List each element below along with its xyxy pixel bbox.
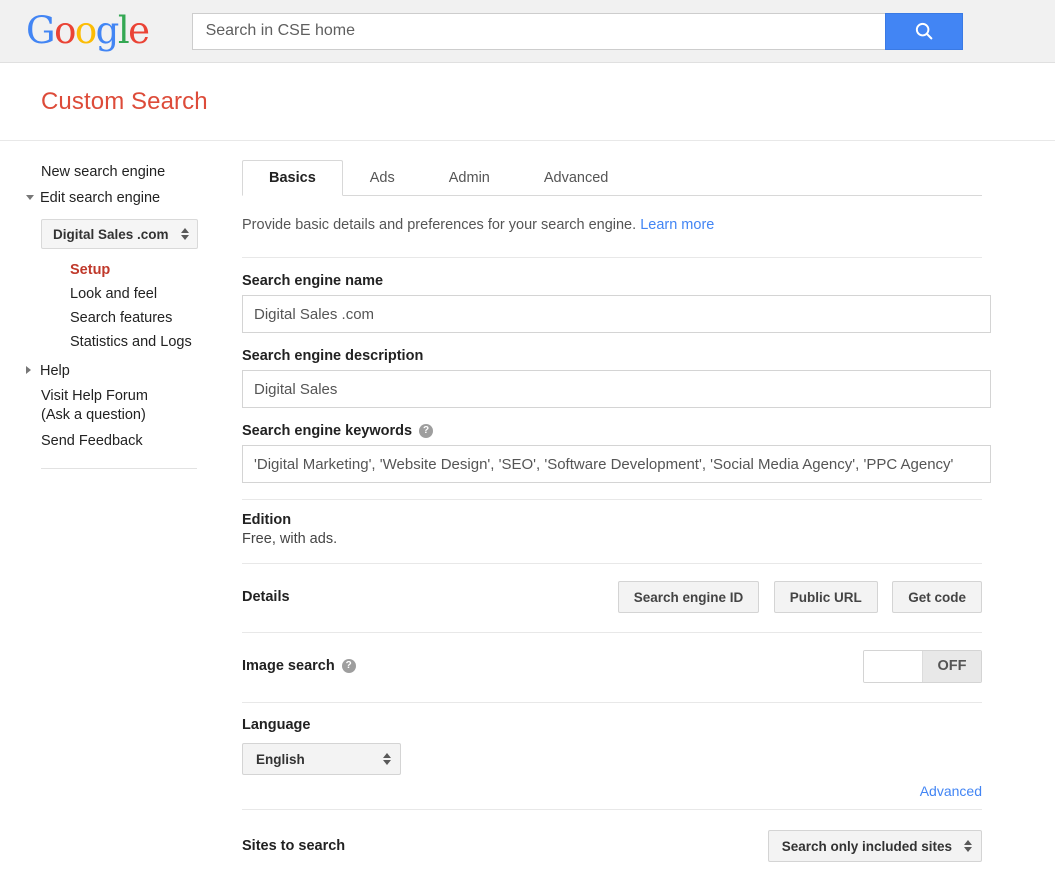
sidebar-item-look-and-feel[interactable]: Look and feel (70, 282, 242, 306)
sidebar-item-help[interactable]: Help (26, 358, 242, 384)
image-search-label-text: Image search (242, 658, 335, 674)
sidebar-item-help-label: Help (40, 363, 70, 379)
image-search-toggle[interactable]: OFF (863, 649, 982, 683)
search-engine-description-input[interactable] (242, 370, 991, 408)
tab-bar: Basics Ads Admin Advanced (242, 159, 982, 196)
public-url-button[interactable]: Public URL (773, 581, 878, 613)
logo-letter-o1: o (54, 8, 76, 52)
sidebar-item-edit-search-engine[interactable]: Edit search engine (26, 185, 242, 211)
tab-advanced[interactable]: Advanced (517, 160, 636, 196)
global-search (191, 12, 963, 50)
search-engine-keywords-label-text: Search engine keywords (242, 423, 413, 439)
sidebar-item-statistics-and-logs[interactable]: Statistics and Logs (70, 330, 242, 354)
sites-to-search-dropdown[interactable]: Search only included sites (767, 830, 982, 862)
search-engine-name-label: Search engine name (242, 273, 982, 289)
advanced-link[interactable]: Advanced (920, 783, 982, 799)
keywords-section (242, 445, 991, 500)
app-header: Custom Search (0, 63, 1055, 141)
details-buttons-group: Search engine ID Public URL Get code (608, 581, 982, 613)
sidebar: New search engine Edit search engine Dig… (0, 159, 242, 865)
get-code-button[interactable]: Get code (892, 581, 982, 613)
page-title: Custom Search (41, 87, 208, 115)
help-circle-icon[interactable]: ? (341, 659, 356, 673)
search-input[interactable] (191, 12, 885, 50)
sites-to-search-value: Search only included sites (781, 838, 952, 854)
help-circle-icon[interactable]: ? (419, 424, 434, 438)
logo-letter-G: G (26, 8, 56, 52)
learn-more-link[interactable]: Learn more (640, 217, 714, 233)
tab-basics[interactable]: Basics (242, 160, 343, 196)
top-bar: Google (0, 0, 1055, 63)
sidebar-item-visit-help-forum[interactable]: Visit Help Forum (Ask a question) (41, 384, 242, 428)
toggle-knob (864, 650, 922, 682)
edition-value: Free, with ads. (242, 531, 338, 547)
search-engine-id-button[interactable]: Search engine ID (617, 581, 760, 613)
logo-letter-e: e (128, 8, 150, 52)
section-subtitle: Provide basic details and preferences fo… (242, 196, 982, 258)
updown-arrows-icon (383, 753, 391, 765)
search-engine-name-label-text: Search engine name (242, 273, 384, 289)
engine-selector-value: Digital Sales .com (53, 226, 169, 242)
page-layout: New search engine Edit search engine Dig… (0, 141, 1055, 865)
image-search-label: Image search ? (242, 658, 356, 674)
sidebar-sub-list: Setup Look and feel Search features Stat… (41, 258, 242, 354)
sidebar-item-edit-search-engine-label: Edit search engine (40, 190, 161, 206)
details-label: Details (242, 589, 290, 605)
search-engine-description-label: Search engine description (242, 348, 982, 364)
image-search-section: Image search ? OFF (242, 633, 982, 703)
tab-admin[interactable]: Admin (422, 160, 517, 196)
sites-to-search-label: Sites to search (242, 838, 346, 854)
visit-help-forum-line2: (Ask a question) (41, 407, 146, 423)
search-engine-name-input[interactable] (242, 295, 991, 333)
language-value: English (256, 751, 305, 767)
sidebar-item-setup[interactable]: Setup (70, 258, 242, 282)
subtitle-text: Provide basic details and preferences fo… (242, 217, 637, 233)
language-section: Language English Advanced (242, 703, 982, 810)
advanced-link-row: Advanced (242, 775, 982, 803)
search-button[interactable] (884, 12, 963, 50)
edition-label: Edition (242, 512, 292, 528)
logo-letter-l: l (117, 8, 130, 52)
visit-help-forum-line1: Visit Help Forum (41, 388, 148, 404)
google-logo[interactable]: Google (26, 8, 150, 52)
updown-arrows-icon (181, 228, 189, 240)
search-engine-description-label-text: Search engine description (242, 348, 424, 364)
sidebar-item-new-search-engine[interactable]: New search engine (41, 159, 242, 185)
search-engine-keywords-input[interactable] (242, 445, 991, 483)
language-dropdown[interactable]: English (242, 743, 401, 775)
language-label: Language (242, 717, 311, 733)
edition-section: Edition Free, with ads. (242, 500, 982, 564)
updown-arrows-icon (964, 840, 972, 852)
logo-letter-g: g (95, 8, 120, 52)
search-engine-keywords-label: Search engine keywords ? (242, 423, 982, 439)
tab-ads[interactable]: Ads (343, 160, 422, 196)
toggle-state-label: OFF (922, 650, 981, 682)
logo-letter-o2: o (74, 8, 97, 52)
main-content: Basics Ads Admin Advanced Provide basic … (242, 159, 1002, 865)
sidebar-item-send-feedback[interactable]: Send Feedback (41, 428, 242, 454)
sidebar-divider (41, 468, 197, 469)
sidebar-item-search-features[interactable]: Search features (70, 306, 242, 330)
engine-selector-dropdown[interactable]: Digital Sales .com (41, 219, 198, 249)
search-icon (915, 22, 932, 40)
details-section: Details Search engine ID Public URL Get … (242, 564, 982, 633)
sites-to-search-section: Sites to search Search only included sit… (242, 810, 982, 865)
